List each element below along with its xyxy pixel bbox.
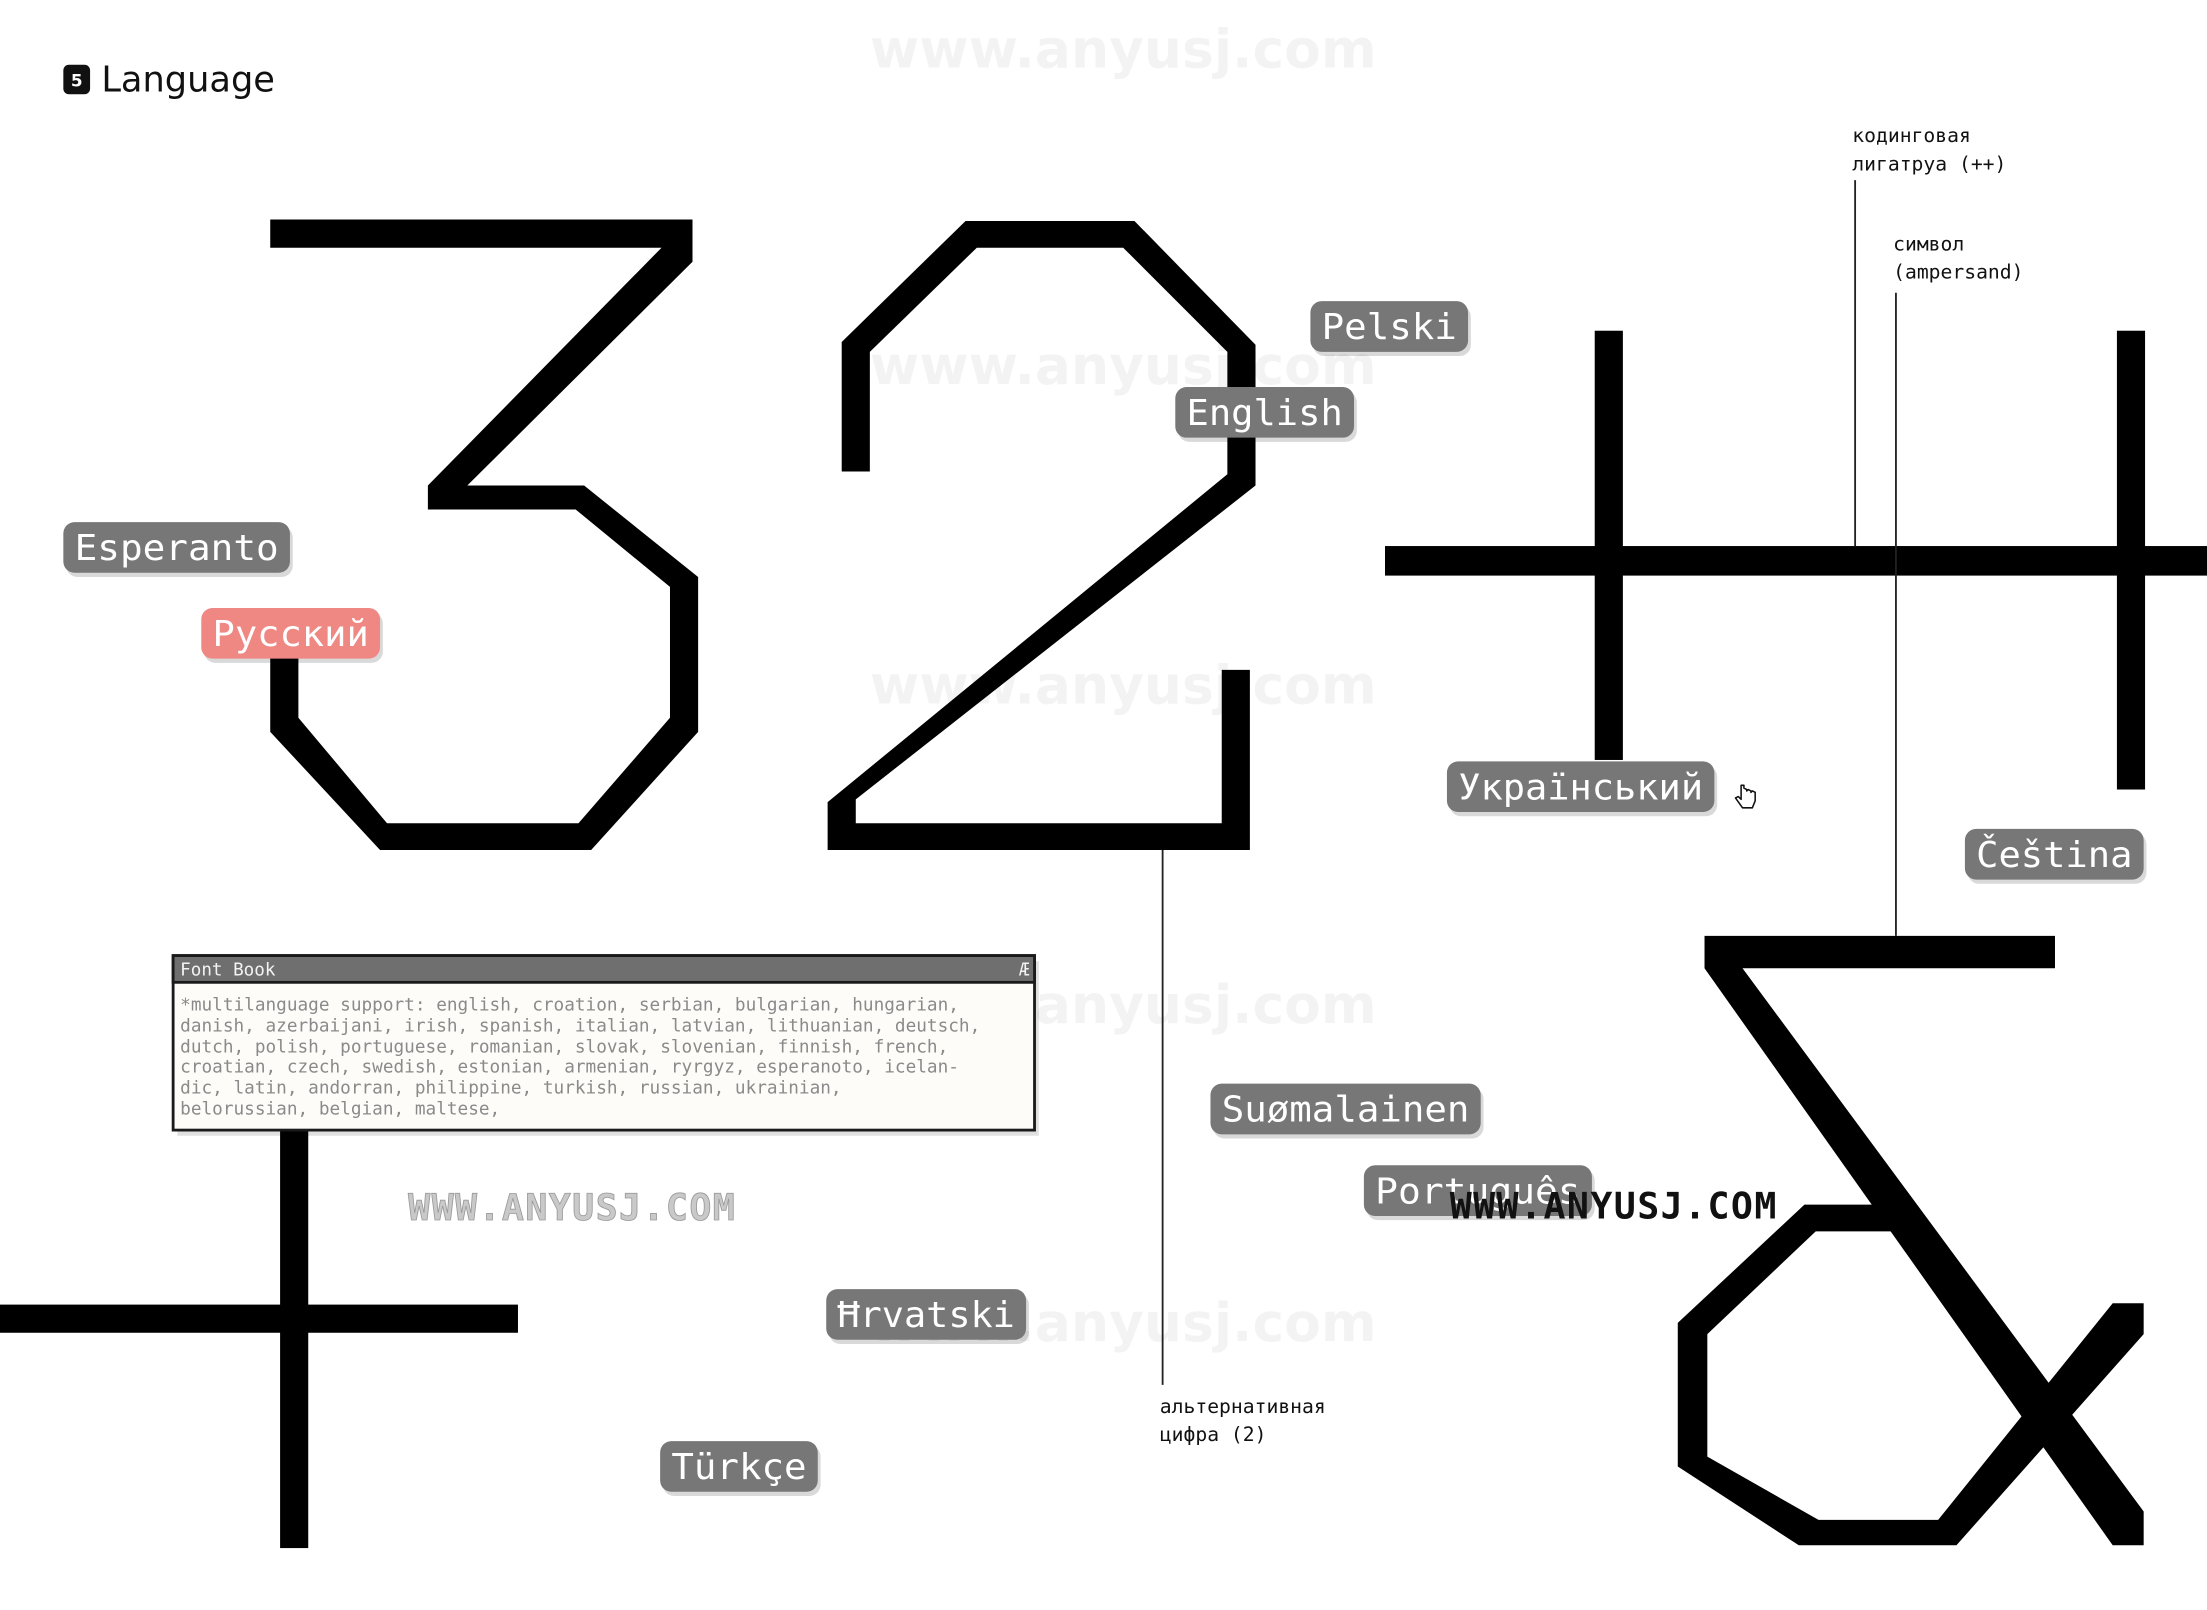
language-pill-label: Suømalainen [1222,1090,1470,1131]
annotation-alt-digit-line1: альтернативная [1160,1395,1326,1418]
language-pill-label: Čeština [1976,834,2132,876]
font-book-text-line: belorussian, belgian, maltese, [180,1100,500,1120]
page-title: Language [101,59,275,100]
language-pill-hrvatski[interactable]: Ħrvatski [826,1289,1029,1345]
specimen-canvas: www.anyusj.com www.anyusj.com www.anyusj… [0,18,2207,1549]
font-book-window[interactable]: Font Book Æ *multilanguage support: engl… [171,954,1039,1136]
language-pill-label: Türkçe [671,1447,806,1488]
watermark-faint: www.anyusj.com [870,18,1377,81]
language-pill-cestina[interactable]: Čeština [1964,828,2147,884]
language-pill-label: Український [1458,767,1703,808]
font-book-text-line: croatian, czech, swedish, estonian, arme… [180,1057,959,1077]
faint-watermarks: www.anyusj.com www.anyusj.com www.anyusj… [870,18,1377,1355]
language-pill-label: Esperanto [75,528,279,569]
language-pill-suomalainen[interactable]: Suømalainen [1210,1083,1484,1139]
language-pill-label: English [1187,393,1343,434]
hand-pointer-cursor-icon [1734,784,1756,809]
page-header: 5 Language [63,59,275,100]
watermark-stylized: WWW.ANYUSJ.COM [1450,1185,1778,1228]
language-pill-russian[interactable]: Русский [201,607,383,663]
section-number: 5 [71,71,83,91]
font-book-text-line: *multilanguage support: english, croatio… [180,995,959,1015]
annotation-ligature-line1: кодинговая [1852,124,1971,147]
font-book-text-line: dic, latin, andorran, philippine, turkis… [180,1079,841,1099]
language-pill-esperanto[interactable]: Esperanto [63,522,293,578]
ae-ligature-icon[interactable]: Æ [1019,960,1030,980]
glyph-two [827,220,1256,851]
font-book-title: Font Book [180,960,276,980]
glyph-ligature-plusplus [1385,330,2207,790]
watermark-stylized: WWW.ANYUSJ.COM [408,1186,736,1229]
font-book-text-line: dutch, polish, portuguese, romanian, slo… [180,1038,948,1058]
glyph-ampersand [1677,935,2144,1546]
language-pill-ukrainian[interactable]: Український [1446,761,1718,817]
annotation-alt-digit-line2: цифра (2) [1160,1423,1267,1446]
language-pill-label: Ħrvatski [837,1295,1014,1336]
font-book-text-line: danish, azerbaijani, irish, spanish, ita… [180,1017,980,1037]
font-book-titlebar[interactable] [171,954,1036,984]
annotation-ligature-line2: лигатруа (++) [1852,152,2006,175]
language-pill-turkce[interactable]: Türkçe [660,1441,821,1497]
annotation-alt-digit: альтернативная цифра (2) [1160,850,1326,1446]
annotation-ampersand-line1: символ [1893,233,1964,256]
glyph-three [270,219,699,851]
language-pill-label: Pelski [1322,307,1457,348]
annotation-ampersand-line2: (ampersand) [1893,261,2023,284]
language-pill-english[interactable]: English [1175,387,1357,442]
annotation-ligature: кодинговая лигатруа (++) [1852,124,2006,547]
language-pill-label: Русский [213,614,369,655]
language-pill-pelski[interactable]: Pelski [1310,301,1471,357]
